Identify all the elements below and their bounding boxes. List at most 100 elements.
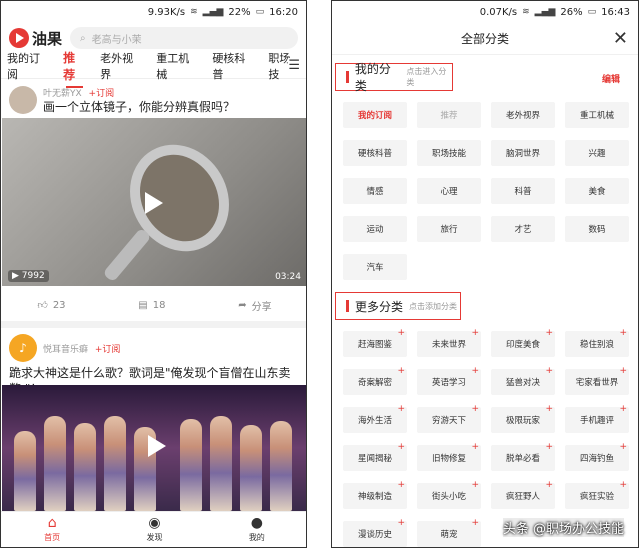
category-label: 未来世界 — [431, 340, 466, 350]
play-icon[interactable] — [145, 192, 163, 214]
post-actions: 👍︎ 23 ▤ 18 ➦ 分享 — [1, 289, 306, 321]
category-label: 稳住别浪 — [579, 340, 614, 350]
video-thumbnail[interactable]: ▶ 7992 03:24 — [2, 118, 306, 286]
edit-button[interactable]: 编辑 — [602, 72, 620, 85]
add-category-chip[interactable]: 印度美食 + — [491, 328, 555, 357]
plus-icon: + — [397, 366, 405, 376]
view-count: ▶ 7992 — [8, 270, 49, 282]
plus-icon: + — [545, 480, 553, 490]
category-chip[interactable]: 美食 — [565, 178, 629, 204]
author-name[interactable]: 叶无薪YX — [43, 89, 82, 99]
add-category-chip[interactable]: 穷游天下 + — [417, 404, 481, 433]
battery-level: 22% — [228, 6, 251, 18]
plus-icon: + — [619, 328, 627, 338]
add-category-chip[interactable]: 旧物修复 + — [417, 442, 481, 471]
category-chip[interactable]: 汽车 — [343, 254, 407, 280]
add-category-chip[interactable]: 猛兽对决 + — [491, 366, 555, 395]
tab-hardcore-science[interactable]: 硬核科普 — [212, 50, 254, 82]
comment-button[interactable]: ▤ 18 — [138, 300, 165, 311]
category-chip[interactable]: 老外视界 — [491, 102, 555, 128]
avatar[interactable]: ♪ — [9, 334, 37, 362]
category-chip[interactable]: 兴趣 — [565, 140, 629, 166]
category-chip[interactable]: 脑洞世界 — [491, 140, 555, 166]
page-title-text: 全部分类 — [460, 32, 509, 46]
category-label: 英语学习 — [431, 378, 466, 388]
category-chip[interactable]: 科普 — [491, 178, 555, 204]
add-category-chip[interactable]: 英语学习 + — [417, 366, 481, 395]
category-chip[interactable]: 运动 — [343, 216, 407, 242]
tab-heavy-machinery[interactable]: 重工机械 — [156, 50, 198, 82]
add-category-chip[interactable]: 奇案解密 + — [343, 366, 407, 395]
category-chip[interactable]: 职场技能 — [417, 140, 481, 166]
comment-icon: ▤ — [138, 299, 148, 311]
search-input[interactable]: ⌕ 老高与小茉 — [70, 27, 298, 49]
tab-foreign-view[interactable]: 老外视界 — [100, 50, 142, 82]
app-logo[interactable]: 油果 — [9, 28, 62, 49]
menu-icon[interactable]: ☰ — [288, 58, 300, 73]
feed-post: 叶无薪YX +订阅 画一个立体镜子，你能分辨真假吗？ — [1, 79, 306, 117]
add-category-chip[interactable]: 疯狂实验 + — [565, 480, 629, 509]
add-category-chip[interactable]: 萌宠 + — [417, 518, 481, 547]
share-button[interactable]: ➦ 分享 — [238, 298, 271, 313]
category-chip[interactable]: 我的订阅 — [343, 102, 407, 128]
add-category-chip[interactable]: 稳住别浪 + — [565, 328, 629, 357]
nav-profile[interactable]: ● 我的 — [249, 516, 265, 543]
add-category-chip[interactable]: 赶海图鉴 + — [343, 328, 407, 357]
category-chip[interactable]: 旅行 — [417, 216, 481, 242]
like-button[interactable]: 👍︎ 23 — [37, 299, 65, 312]
plus-icon: + — [397, 404, 405, 414]
section-hint: 点击添加分类 — [409, 301, 458, 311]
category-chip[interactable]: 才艺 — [491, 216, 555, 242]
tab-recommended[interactable]: 推荐 — [63, 49, 86, 88]
category-label: 旧物修复 — [431, 454, 466, 464]
add-category-chip[interactable]: 神级制造 + — [343, 480, 407, 509]
video-thumbnail[interactable] — [2, 385, 306, 511]
section-title: 我的分类 — [354, 62, 391, 93]
feed-screen: 9.93K/s ≋ ▂▄▆ 22% ▭ 16:20 油果 ⌕ 老高与小茉 我的订… — [0, 0, 307, 548]
clock: 16:43 — [601, 6, 630, 18]
category-chip[interactable]: 推荐 — [417, 102, 481, 128]
category-label: 脑洞世界 — [505, 149, 540, 159]
avatar[interactable] — [9, 86, 37, 114]
dancer — [74, 423, 96, 511]
user-icon: ● — [250, 515, 263, 531]
nav-home[interactable]: ⌂ 首页 — [44, 516, 60, 543]
category-label: 穷游天下 — [431, 416, 466, 426]
video-duration: 03:24 — [275, 272, 301, 282]
more-categories-header: 更多分类 点击添加分类 — [335, 292, 461, 320]
add-category-chip[interactable]: 街头小吃 + — [417, 480, 481, 509]
category-label: 美食 — [588, 187, 606, 197]
follow-button[interactable]: +订阅 — [95, 345, 121, 355]
watermark: 头条 @职场办公技能 — [502, 518, 624, 537]
add-category-chip[interactable]: 四海钓鱼 + — [565, 442, 629, 471]
add-category-chip[interactable]: 海外生活 + — [343, 404, 407, 433]
plus-icon: + — [471, 366, 479, 376]
author-name[interactable]: 悦耳音乐癖 — [43, 345, 88, 355]
author-line: 悦耳音乐癖 +订阅 — [43, 342, 120, 355]
category-chip[interactable]: 情感 — [343, 178, 407, 204]
category-label: 海外生活 — [357, 416, 392, 426]
category-label: 推荐 — [440, 111, 458, 121]
add-category-chip[interactable]: 疯狂野人 + — [491, 480, 555, 509]
nav-discover[interactable]: ◉ 发现 — [146, 516, 162, 543]
add-category-chip[interactable]: 星闻揭秘 + — [343, 442, 407, 471]
network-speed: 0.07K/s — [479, 6, 518, 18]
add-category-chip[interactable]: 脱单必看 + — [491, 442, 555, 471]
close-icon[interactable]: ✕ — [613, 28, 628, 49]
search-placeholder: 老高与小茉 — [91, 34, 142, 46]
follow-button[interactable]: +订阅 — [89, 89, 115, 99]
category-tabs: 我的订阅 推荐 老外视界 重工机械 硬核科普 职场技 ☰ — [1, 50, 306, 88]
add-category-chip[interactable]: 宅家看世界 + — [565, 366, 629, 395]
add-category-chip[interactable]: 漫谈历史 + — [343, 518, 407, 547]
category-chip[interactable]: 重工机械 — [565, 102, 629, 128]
category-chip[interactable]: 硬核科普 — [343, 140, 407, 166]
add-category-chip[interactable]: 极限玩家 + — [491, 404, 555, 433]
category-chip[interactable]: 数码 — [565, 216, 629, 242]
category-label: 兴趣 — [588, 149, 606, 159]
play-icon[interactable] — [148, 435, 166, 457]
category-chip[interactable]: 心理 — [417, 178, 481, 204]
add-category-chip[interactable]: 未来世界 + — [417, 328, 481, 357]
tab-subscriptions[interactable]: 我的订阅 — [7, 50, 49, 82]
add-category-chip[interactable]: 手机趣评 + — [565, 404, 629, 433]
post-title[interactable]: 画一个立体镜子，你能分辨真假吗？ — [43, 99, 235, 115]
